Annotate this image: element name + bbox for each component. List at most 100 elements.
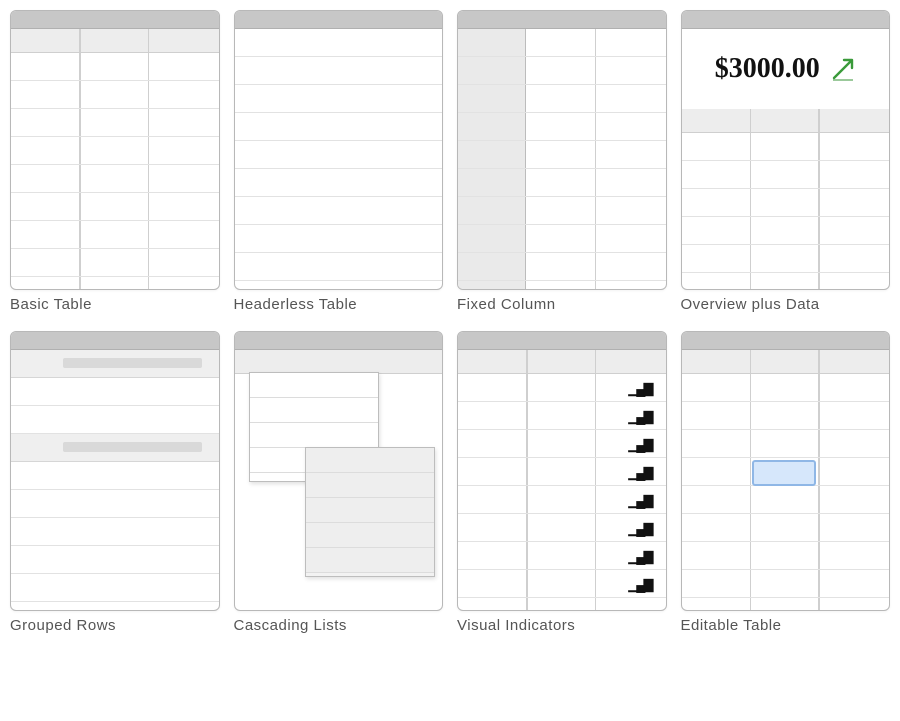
status-bar [458,11,666,29]
fixed-column-sketch [457,10,667,290]
overview-summary: $3000.00 [682,29,890,109]
list-item [306,548,434,573]
visual-indicators-sketch: ▁▄▇ ▁▄▇ ▁▄▇ ▁▄▇ ▁▄▇ ▁▄▇ ▁▄▇ ▁▄▇ [457,331,667,611]
pattern-overview-plus-data: $3000.00 Overview plus Data [681,10,891,313]
bar-chart-icon: ▁▄▇ [628,409,651,425]
table-row [11,165,219,193]
table-row [458,253,666,281]
up-arrow-icon [830,56,856,82]
table-header [458,350,666,374]
table-row [682,245,890,273]
pattern-headerless-table: Headerless Table [234,10,444,313]
table-row [458,113,666,141]
status-bar [458,332,666,350]
table-row: ▁▄▇ [458,374,666,402]
grouped-rows-sketch [10,331,220,611]
bar-chart-icon: ▁▄▇ [628,465,651,481]
pattern-grouped-rows: Grouped Rows [10,331,220,634]
table-row: ▁▄▇ [458,458,666,486]
group-header [11,434,219,462]
table-row [682,402,890,430]
bar-chart-icon: ▁▄▇ [628,381,651,397]
group-header [11,350,219,378]
pattern-label: Grouped Rows [10,617,220,634]
table-row [11,137,219,165]
table-row: ▁▄▇ [458,430,666,458]
basic-table-sketch [10,10,220,290]
pattern-fixed-column: Fixed Column [457,10,667,313]
bar-chart-icon: ▁▄▇ [628,549,651,565]
table-row [235,113,443,141]
table-row [235,85,443,113]
table-row [11,518,219,546]
table-row [458,57,666,85]
table-row [235,141,443,169]
table-row [682,133,890,161]
table-header [682,350,890,374]
table-row [682,570,890,598]
cascade-list-secondary [305,447,435,577]
table-row [682,486,890,514]
table-row [458,85,666,113]
table-row [11,378,219,406]
status-bar [235,332,443,350]
list-item [250,423,378,448]
pattern-gallery: Basic Table Headerless Table [10,10,890,634]
pattern-label: Overview plus Data [681,296,891,313]
list-item [306,498,434,523]
table-row [682,189,890,217]
pattern-label: Visual Indicators [457,617,667,634]
list-item [250,373,378,398]
table-row [235,253,443,281]
table-row [11,221,219,249]
pattern-label: Cascading Lists [234,617,444,634]
overview-value: $3000.00 [715,53,820,85]
table-row: ▁▄▇ [458,514,666,542]
bar-chart-icon: ▁▄▇ [628,493,651,509]
table-row [682,374,890,402]
editable-table-sketch [681,331,891,611]
pattern-basic-table: Basic Table [10,10,220,313]
table-row [11,462,219,490]
table-row [11,546,219,574]
table-row [458,197,666,225]
table-row [11,249,219,277]
headerless-table-sketch [234,10,444,290]
overview-plus-data-sketch: $3000.00 [681,10,891,290]
table-row: ▁▄▇ [458,486,666,514]
pattern-label: Basic Table [10,296,220,313]
list-item [306,473,434,498]
status-bar [235,11,443,29]
table-row: ▁▄▇ [458,402,666,430]
pattern-label: Fixed Column [457,296,667,313]
table-row [235,57,443,85]
list-item [306,448,434,473]
bar-chart-icon: ▁▄▇ [628,577,651,593]
table-row [11,81,219,109]
status-bar [11,332,219,350]
table-row [11,109,219,137]
table-row [235,29,443,57]
list-item [306,523,434,548]
pattern-visual-indicators: ▁▄▇ ▁▄▇ ▁▄▇ ▁▄▇ ▁▄▇ ▁▄▇ ▁▄▇ ▁▄▇ Visual I… [457,331,667,634]
table-row: ▁▄▇ [458,570,666,598]
pattern-editable-table: Editable Table [681,331,891,634]
pattern-label: Editable Table [681,617,891,634]
table-row [235,169,443,197]
table-row [11,53,219,81]
table-row [682,542,890,570]
bar-chart-icon: ▁▄▇ [628,521,651,537]
table-row [458,169,666,197]
status-bar [682,11,890,29]
editable-cell-highlight[interactable] [752,460,816,486]
table-header [235,350,443,374]
table-header [682,109,890,133]
table-row [458,29,666,57]
table-header [11,29,219,53]
status-bar [11,11,219,29]
list-item [250,398,378,423]
pattern-label: Headerless Table [234,296,444,313]
table-row [682,514,890,542]
table-row [11,574,219,602]
table-row [11,490,219,518]
